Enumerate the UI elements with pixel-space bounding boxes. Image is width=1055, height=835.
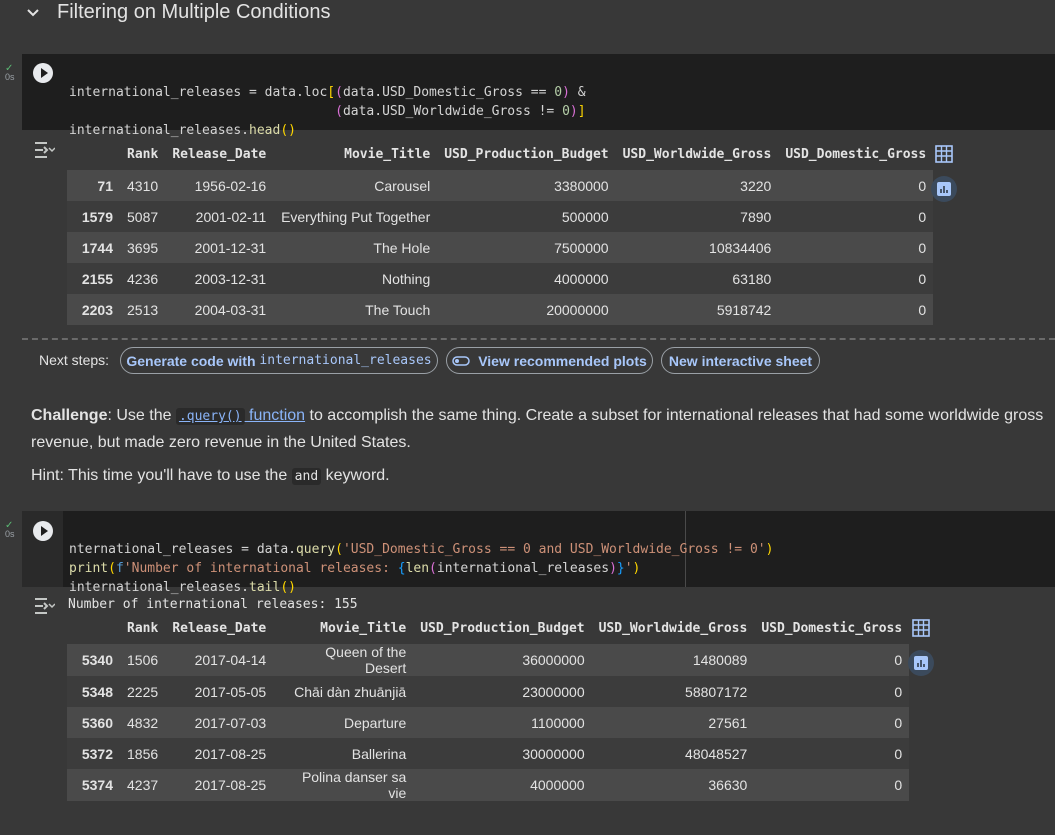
run-status: ✓ 0s <box>5 520 15 539</box>
table-icon <box>935 145 953 163</box>
stdout-text: Number of international releases: 155 <box>68 597 358 612</box>
run-status: ✓ 0s <box>5 63 15 82</box>
table-row: 5374 4237 2017-08-25 Polina danser sa vie 40… <box>67 769 910 801</box>
column-header: USD_Worldwide_Gross <box>598 620 748 636</box>
column-header: Movie_Title <box>320 620 407 636</box>
bar-chart-icon <box>914 656 928 670</box>
table-row: 2155 4236 2003-12-31 Nothing 4000000 63180 0 <box>67 263 934 294</box>
table-row: 1744 3695 2001-12-31 The Hole 7500000 1083440… <box>67 232 934 263</box>
output-toggle-icon[interactable] <box>33 596 55 616</box>
code-line: international_releases = data.loc[(data.… <box>69 85 586 100</box>
table-row: 71 4310 1956-02-16 Carousel 3380000 3220 0 <box>67 170 934 201</box>
convert-to-interactive-button[interactable] <box>908 615 934 641</box>
code-line: print(f'Number of international releases… <box>69 561 641 576</box>
table-row: 5360 4832 2017-07-03 Departure 1100000 27561 0 <box>67 707 910 738</box>
column-header: USD_Domestic_Gross <box>761 620 903 636</box>
hint-text: Hint: This time you'll have to use the a… <box>31 467 390 485</box>
column-header: USD_Production_Budget <box>420 620 585 636</box>
generate-code-chip[interactable]: Generate code with international_release… <box>120 347 438 374</box>
suggest-charts-button[interactable] <box>931 176 957 202</box>
chevron-down-icon[interactable] <box>24 4 42 22</box>
table-icon <box>912 619 930 637</box>
table-header-row: Rank Release_Date Movie_Title USD_Produc… <box>67 612 909 644</box>
next-steps-label: Next steps: <box>39 352 110 368</box>
bar-chart-icon <box>937 182 951 196</box>
run-cell-button[interactable] <box>33 521 53 541</box>
output-toggle-icon[interactable] <box>33 140 55 160</box>
dataframe-table-1: Rank Release_Date Movie_Title USD_Produc… <box>67 138 934 325</box>
dataframe-table-2: Rank Release_Date Movie_Title USD_Produc… <box>67 612 910 801</box>
code-line: (data.USD_Worldwide_Gross != 0)] <box>335 104 586 119</box>
column-header: USD_Domestic_Gross <box>785 146 927 162</box>
code-editor-2[interactable]: nternational_releases = data.query('USD_… <box>69 521 773 597</box>
column-header: USD_Production_Budget <box>444 146 609 162</box>
suggest-charts-button[interactable] <box>908 650 934 676</box>
table-row: 5348 2225 2017-05-05 Chāi dàn zhuānjiā 23000… <box>67 676 910 707</box>
challenge-text: Challenge: Use the .query() function to … <box>31 407 1044 451</box>
output-divider <box>22 338 1055 340</box>
new-interactive-sheet-chip[interactable]: New interactive sheet <box>661 347 820 374</box>
query-function-link[interactable]: .query() function <box>175 407 305 425</box>
column-header: Movie_Title <box>344 146 431 162</box>
column-header <box>67 138 120 170</box>
code-line: international_releases.head() <box>69 123 296 138</box>
column-header: Release_Date <box>172 146 267 162</box>
table-row: 2203 2513 2004-03-31 The Touch 20000000 59187… <box>67 294 934 325</box>
column-header: Rank <box>127 620 159 636</box>
table-row: 5372 1856 2017-08-25 Ballerina 30000000 48048… <box>67 738 910 769</box>
run-cell-button[interactable] <box>33 63 53 83</box>
column-header <box>67 612 120 644</box>
column-header: Release_Date <box>172 620 267 636</box>
column-header: Rank <box>127 146 159 162</box>
toggle-icon <box>452 355 470 366</box>
code-line: nternational_releases = data.query('USD_… <box>69 542 774 557</box>
table-header-row: Rank Release_Date Movie_Title USD_Produc… <box>67 138 933 170</box>
code-line: international_releases.tail() <box>69 580 296 595</box>
section-title: Filtering on Multiple Conditions <box>57 1 331 23</box>
section-header[interactable]: Filtering on Multiple Conditions <box>0 0 1055 28</box>
column-header: USD_Worldwide_Gross <box>622 146 772 162</box>
code-editor-1[interactable]: international_releases = data.loc[(data.… <box>69 64 586 140</box>
table-row: 5340 1506 2017-04-14 Queen of the Desert 360… <box>67 644 910 676</box>
table-row: 1579 5087 2001-02-11 Everything Put Togethe… <box>67 201 934 232</box>
view-recommended-plots-chip[interactable]: View recommended plots <box>446 347 653 374</box>
convert-to-interactive-button[interactable] <box>931 141 957 167</box>
